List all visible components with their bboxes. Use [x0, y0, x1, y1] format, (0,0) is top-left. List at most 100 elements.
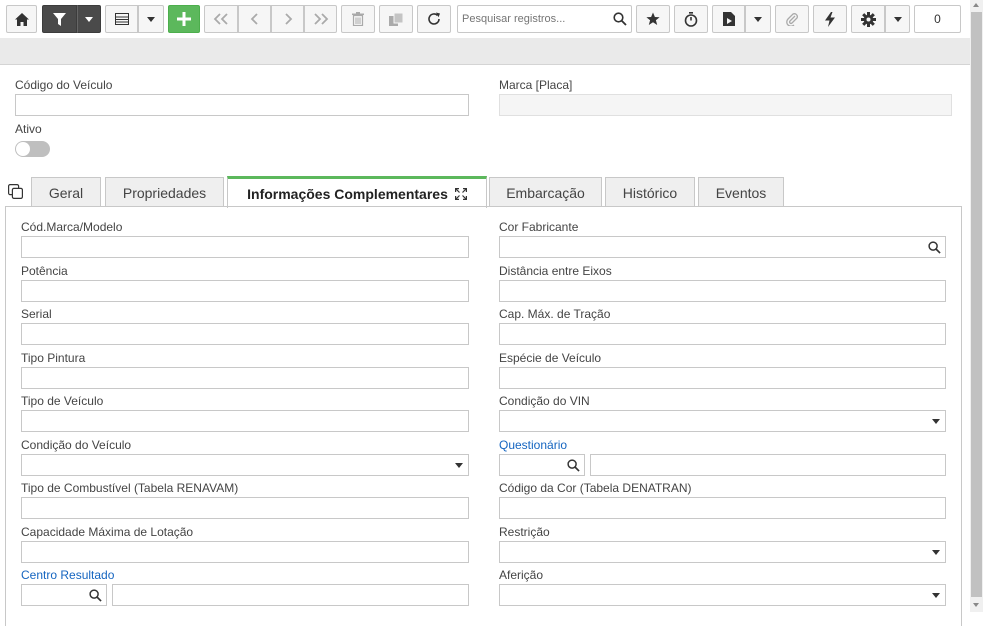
scroll-up-icon[interactable]: [973, 3, 979, 7]
centro-resultado-desc-input[interactable]: [112, 584, 469, 606]
search-icon[interactable]: [613, 12, 627, 26]
list-view-dropdown-button[interactable]: [138, 5, 164, 33]
questionario-label[interactable]: Questionário: [499, 438, 567, 452]
settings-dropdown-button[interactable]: [885, 5, 910, 33]
codigo-cor-input[interactable]: [499, 497, 946, 519]
filter-button[interactable]: [42, 5, 77, 33]
refresh-icon: [428, 12, 440, 25]
restricao-select[interactable]: [499, 541, 946, 563]
list-view-button[interactable]: [105, 5, 138, 33]
refresh-button[interactable]: [417, 5, 451, 33]
last-record-button[interactable]: [304, 5, 337, 33]
potencia-input[interactable]: [21, 280, 469, 302]
copy-tabs-icon[interactable]: [8, 184, 23, 199]
capacidade-lotacao-label: Capacidade Máxima de Lotação: [21, 525, 194, 539]
tipo-combustivel-label: Tipo de Combustível (Tabela RENAVAM): [21, 481, 239, 495]
centro-resultado-code-input[interactable]: [21, 584, 107, 606]
search-icon[interactable]: [567, 459, 580, 472]
search-input[interactable]: [458, 6, 603, 32]
delete-button[interactable]: [341, 5, 375, 33]
first-record-button[interactable]: [204, 5, 238, 33]
ativo-label: Ativo: [15, 122, 42, 136]
cod-marca-modelo-input[interactable]: [21, 236, 469, 258]
tipo-veiculo-input[interactable]: [21, 410, 469, 432]
next-record-button[interactable]: [271, 5, 304, 33]
tab-informacoes-complementares[interactable]: Informações Complementares: [227, 176, 487, 208]
chevron-down-icon: [754, 16, 762, 22]
serial-input[interactable]: [21, 323, 469, 345]
serial-label: Serial: [21, 307, 52, 321]
list-view-icon: [114, 13, 129, 25]
report-dropdown-button[interactable]: [745, 5, 771, 33]
especie-veiculo-label: Espécie de Veículo: [499, 351, 602, 365]
last-record-icon: [313, 13, 328, 25]
timer-icon: [684, 11, 698, 27]
report-button[interactable]: [712, 5, 745, 33]
centro-resultado-label[interactable]: Centro Resultado: [21, 568, 114, 582]
lightning-icon: [825, 11, 835, 27]
filter-icon: [53, 12, 66, 26]
delete-icon: [352, 12, 364, 26]
cap-max-tracao-input[interactable]: [499, 323, 946, 345]
condicao-veiculo-select[interactable]: [21, 454, 469, 476]
scroll-down-icon[interactable]: [973, 603, 979, 607]
afericao-label: Aferição: [499, 568, 544, 582]
cap-max-tracao-label: Cap. Máx. de Tração: [499, 307, 611, 321]
scrollbar-thumb[interactable]: [971, 12, 982, 597]
chevron-down-icon: [893, 16, 902, 22]
favorite-button[interactable]: [636, 5, 670, 33]
tipo-pintura-input[interactable]: [21, 367, 469, 389]
toggle-knob: [16, 142, 30, 156]
chevron-down-icon: [147, 16, 155, 22]
copy-icon: [389, 12, 403, 26]
copy-button[interactable]: [379, 5, 413, 33]
sub-toolbar: [0, 38, 970, 65]
chevron-down-icon: [455, 463, 463, 468]
tab-label: Histórico: [622, 184, 678, 201]
capacidade-lotacao-input[interactable]: [21, 541, 469, 563]
report-icon: [722, 12, 735, 26]
toolbar: 0: [0, 0, 970, 38]
tab-historico[interactable]: Histórico: [605, 177, 695, 207]
expand-icon[interactable]: [454, 187, 467, 200]
home-button[interactable]: [6, 5, 37, 33]
attachment-icon: [786, 13, 798, 26]
afericao-select[interactable]: [499, 584, 946, 606]
tab-propriedades[interactable]: Propriedades: [105, 177, 224, 207]
ativo-toggle[interactable]: [15, 141, 50, 157]
tab-embarcacao[interactable]: Embarcação: [489, 177, 602, 207]
distancia-eixos-input[interactable]: [499, 280, 946, 302]
cor-fabricante-label: Cor Fabricante: [499, 220, 579, 234]
timer-button[interactable]: [674, 5, 708, 33]
tab-eventos[interactable]: Eventos: [698, 177, 784, 207]
search-icon[interactable]: [928, 241, 941, 254]
add-icon: [177, 12, 191, 26]
chevron-down-icon: [932, 550, 940, 555]
attachment-button[interactable]: [775, 5, 809, 33]
search-icon[interactable]: [89, 589, 102, 602]
record-counter: 0: [914, 5, 961, 33]
tipo-veiculo-label: Tipo de Veículo: [21, 394, 104, 408]
questionario-code-input[interactable]: [499, 454, 585, 476]
vertical-scrollbar[interactable]: [970, 0, 983, 612]
settings-button[interactable]: [851, 5, 885, 33]
previous-record-button[interactable]: [238, 5, 271, 33]
tab-bar: Geral Propriedades Informações Complemen…: [0, 176, 970, 208]
cor-fabricante-input[interactable]: [499, 236, 946, 258]
especie-veiculo-input[interactable]: [499, 367, 946, 389]
tab-geral[interactable]: Geral: [31, 177, 101, 207]
tipo-combustivel-input[interactable]: [21, 497, 469, 519]
tab-label: Informações Complementares: [247, 185, 448, 202]
condicao-vin-select[interactable]: [499, 410, 946, 432]
filter-dropdown-button[interactable]: [77, 5, 101, 33]
home-icon: [14, 12, 29, 26]
gear-icon: [860, 11, 876, 27]
favorite-star-icon: [646, 12, 660, 25]
condicao-vin-label: Condição do VIN: [499, 394, 590, 408]
add-record-button[interactable]: [168, 5, 200, 33]
condicao-veiculo-label: Condição do Veículo: [21, 438, 132, 452]
actions-button[interactable]: [813, 5, 847, 33]
tab-label: Eventos: [715, 184, 767, 201]
questionario-desc-input[interactable]: [590, 454, 946, 476]
codigo-veiculo-input[interactable]: [15, 94, 469, 116]
